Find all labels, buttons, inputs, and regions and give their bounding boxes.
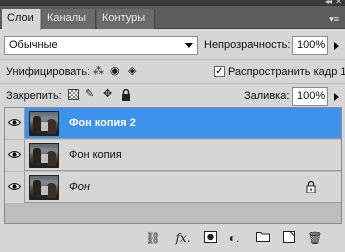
- panel-menu-icon[interactable]: ▾≡: [329, 15, 339, 24]
- layer-name[interactable]: Фон копия 2: [69, 117, 136, 129]
- fx-icon[interactable]: fx.: [173, 231, 193, 245]
- layers-list: Фон копия 2 Фон копия Фон: [4, 107, 342, 224]
- blend-mode-select[interactable]: Обычные: [4, 36, 198, 55]
- blend-row: Обычные Непрозрачность: 100%: [0, 30, 345, 58]
- new-layer-icon[interactable]: [281, 231, 297, 245]
- eye-icon: [8, 151, 21, 158]
- tab-paths[interactable]: Контуры: [97, 9, 155, 29]
- divider: [0, 59, 345, 60]
- visibility-toggle[interactable]: [5, 140, 25, 171]
- lock-pixels-brush-icon[interactable]: ✎: [85, 89, 94, 100]
- lock-all-icon[interactable]: [121, 88, 131, 104]
- propagate-label: Распространить кадр 1: [228, 66, 345, 78]
- fill-input[interactable]: 100%: [292, 87, 328, 106]
- opacity-input[interactable]: 100%: [292, 36, 328, 55]
- eye-icon: [8, 119, 21, 126]
- layer-thumbnail: [29, 111, 59, 136]
- trash-icon[interactable]: 🗑: [307, 231, 323, 245]
- layer-name[interactable]: Фон копия: [69, 149, 122, 161]
- tab-layers[interactable]: Слои: [2, 9, 41, 30]
- group-folder-icon[interactable]: [255, 231, 271, 245]
- lock-label: Закрепить:: [6, 90, 62, 102]
- opacity-slider-arrow-icon[interactable]: [334, 42, 339, 50]
- layer-thumbnail: [29, 143, 59, 168]
- layer-row[interactable]: Фон: [5, 172, 341, 203]
- lock-icon: [306, 181, 316, 193]
- fill-slider-arrow-icon[interactable]: [334, 93, 339, 101]
- layer-name[interactable]: Фон: [69, 181, 90, 193]
- lock-transparency-icon[interactable]: [68, 89, 79, 100]
- adjustment-icon[interactable]: ◐.: [226, 231, 242, 245]
- panel-tab-row: Слои Каналы Контуры ▾≡: [0, 6, 345, 30]
- visibility-toggle[interactable]: [5, 108, 25, 139]
- link-icon[interactable]: ⛓: [145, 231, 161, 245]
- layer-row[interactable]: Фон копия: [5, 140, 341, 171]
- unify-visibility-icon[interactable]: ◉: [110, 66, 120, 77]
- unify-label: Унифицировать:: [6, 66, 91, 78]
- unify-style-icon[interactable]: ◈: [128, 66, 136, 77]
- tab-channels[interactable]: Каналы: [42, 9, 96, 29]
- eye-icon: [8, 183, 21, 190]
- layer-row[interactable]: Фон копия 2: [5, 108, 341, 139]
- divider: [0, 83, 345, 84]
- mask-icon[interactable]: [202, 231, 218, 245]
- fill-label: Заливка:: [244, 90, 290, 102]
- panel-bottom-toolbar: ⛓ fx. ◐. 🗑: [0, 224, 345, 252]
- chevron-down-icon: [185, 43, 193, 48]
- lock-position-move-icon[interactable]: ✥: [103, 89, 112, 100]
- unify-position-icon[interactable]: ⁂: [93, 66, 104, 77]
- opacity-label: Непрозрачность:: [204, 39, 291, 51]
- layer-thumbnail: [29, 175, 59, 200]
- propagate-checkbox[interactable]: ✓: [214, 66, 225, 77]
- blend-mode-value: Обычные: [9, 39, 58, 51]
- visibility-toggle[interactable]: [5, 172, 25, 203]
